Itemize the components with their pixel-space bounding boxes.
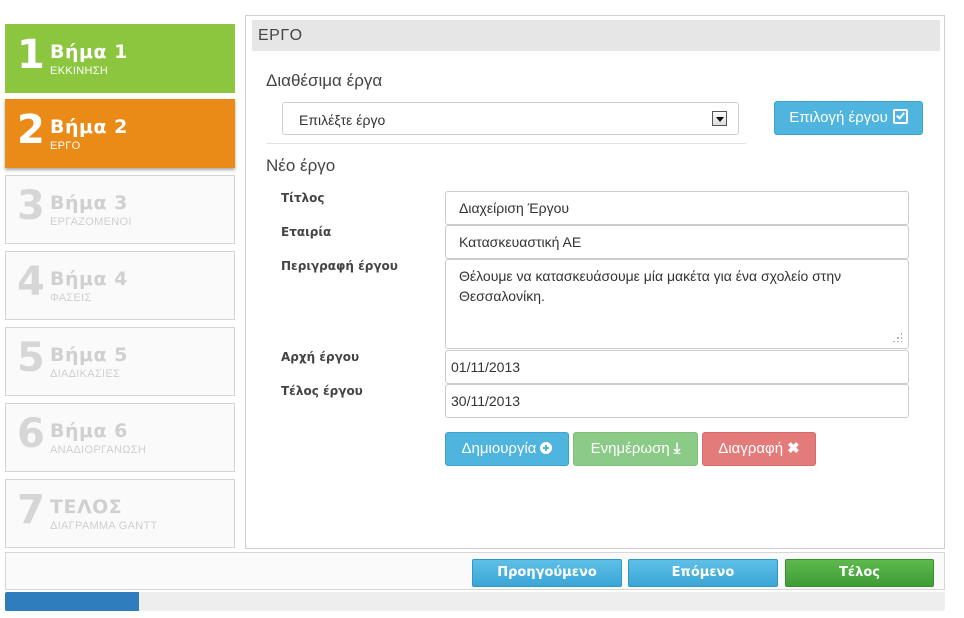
project-select-value: Επιλέξτε έργο xyxy=(299,112,386,128)
select-project-button[interactable]: Επιλογή έργου xyxy=(774,101,923,135)
plus-circle-icon xyxy=(540,442,553,454)
progress-bar xyxy=(5,592,945,611)
step-subtitle: ΕΡΓΟ xyxy=(50,140,81,152)
delete-button[interactable]: Διαγραφή ✖ xyxy=(702,432,816,466)
step-number: 1 xyxy=(17,32,45,78)
update-label: Ενημέρωση xyxy=(590,440,670,457)
step-title: ΤΕΛΟΣ xyxy=(50,496,123,518)
select-project-label: Επιλογή έργου xyxy=(789,109,888,126)
close-icon: ✖ xyxy=(787,440,800,457)
wizard-footer: Προηγούμενο Επόμενο Τέλος xyxy=(5,552,945,590)
step-subtitle: ΔΙΑΔΙΚΑΣΙΕΣ xyxy=(50,368,121,380)
panel-title: ΕΡΓΟ xyxy=(258,27,303,44)
step-title: Βήμα 2 xyxy=(50,116,128,138)
start-date-label: Αρχή έργου xyxy=(281,350,360,364)
step-number: 7 xyxy=(17,487,45,533)
company-input[interactable]: Κατασκευαστική ΑΕ xyxy=(445,225,909,259)
step-subtitle: ΕΚΚΙΝΗΣΗ xyxy=(50,65,109,77)
finish-button[interactable]: Τέλος xyxy=(785,559,934,587)
step-number: 4 xyxy=(17,259,45,305)
step-number: 5 xyxy=(17,335,45,381)
new-project-heading: Νέο έργο xyxy=(266,156,336,175)
description-label: Περιγραφή έργου xyxy=(281,259,398,273)
end-date-input[interactable]: 30/11/2013 xyxy=(445,384,909,418)
download-icon: ⤓ xyxy=(673,440,681,457)
company-label: Εταιρία xyxy=(281,225,332,239)
previous-button[interactable]: Προηγούμενο xyxy=(472,559,622,587)
step-1[interactable]: 1 Βήμα 1 ΕΚΚΙΝΗΣΗ xyxy=(5,24,235,93)
project-panel: ΕΡΓΟ Διαθέσιμα έργα Επιλέξτε έργο Επιλογ… xyxy=(245,15,945,549)
step-4[interactable]: 4 Βήμα 4 ΦΑΣΕΙΣ xyxy=(5,251,235,320)
update-button[interactable]: Ενημέρωση ⤓ xyxy=(573,432,698,466)
delete-label: Διαγραφή xyxy=(718,440,784,457)
step-title: Βήμα 3 xyxy=(50,192,128,214)
chevron-down-icon[interactable] xyxy=(712,111,727,126)
step-number: 3 xyxy=(17,183,45,229)
step-subtitle: ΔΙΑΓΡΑΜΜΑ GANTT xyxy=(50,520,158,532)
description-textarea[interactable]: Θέλουμε να κατασκευάσουμε μία μακέτα για… xyxy=(445,259,909,349)
progress-fill xyxy=(5,592,140,611)
step-3[interactable]: 3 Βήμα 3 ΕΡΓΑΖΟΜΕΝΟΙ xyxy=(5,175,235,244)
create-button[interactable]: Δημιουργία xyxy=(445,432,569,466)
step-2[interactable]: 2 Βήμα 2 ΕΡΓΟ xyxy=(5,99,235,168)
step-number: 2 xyxy=(17,107,45,153)
step-title: Βήμα 5 xyxy=(50,344,128,366)
step-subtitle: ΦΑΣΕΙΣ xyxy=(50,292,92,304)
step-7[interactable]: 7 ΤΕΛΟΣ ΔΙΑΓΡΑΜΜΑ GANTT xyxy=(5,479,235,548)
divider xyxy=(266,143,746,144)
step-title: Βήμα 1 xyxy=(50,41,128,63)
check-square-icon xyxy=(892,109,908,124)
step-6[interactable]: 6 Βήμα 6 ΑΝΑΔΙΟΡΓΑΝΩΣΗ xyxy=(5,403,235,472)
step-number: 6 xyxy=(17,411,45,457)
next-button[interactable]: Επόμενο xyxy=(628,559,778,587)
title-input[interactable]: Διαχείριση Έργου xyxy=(445,191,909,225)
step-title: Βήμα 4 xyxy=(50,268,128,290)
step-subtitle: ΕΡΓΑΖΟΜΕΝΟΙ xyxy=(50,216,132,228)
start-date-input[interactable]: 01/11/2013 xyxy=(445,350,909,384)
step-subtitle: ΑΝΑΔΙΟΡΓΑΝΩΣΗ xyxy=(50,444,147,456)
description-text: Θέλουμε να κατασκευάσουμε μία μακέτα για… xyxy=(459,268,842,304)
step-5[interactable]: 5 Βήμα 5 ΔΙΑΔΙΚΑΣΙΕΣ xyxy=(5,327,235,396)
end-date-label: Τέλος έργου xyxy=(281,384,363,398)
resize-grip-icon[interactable] xyxy=(892,332,902,342)
step-title: Βήμα 6 xyxy=(50,420,128,442)
panel-header: ΕΡΓΟ xyxy=(252,20,940,51)
available-projects-heading: Διαθέσιμα έργα xyxy=(266,71,383,90)
title-label: Τίτλος xyxy=(281,191,325,205)
create-label: Δημιουργία xyxy=(461,440,537,457)
project-select[interactable]: Επιλέξτε έργο xyxy=(282,102,739,135)
